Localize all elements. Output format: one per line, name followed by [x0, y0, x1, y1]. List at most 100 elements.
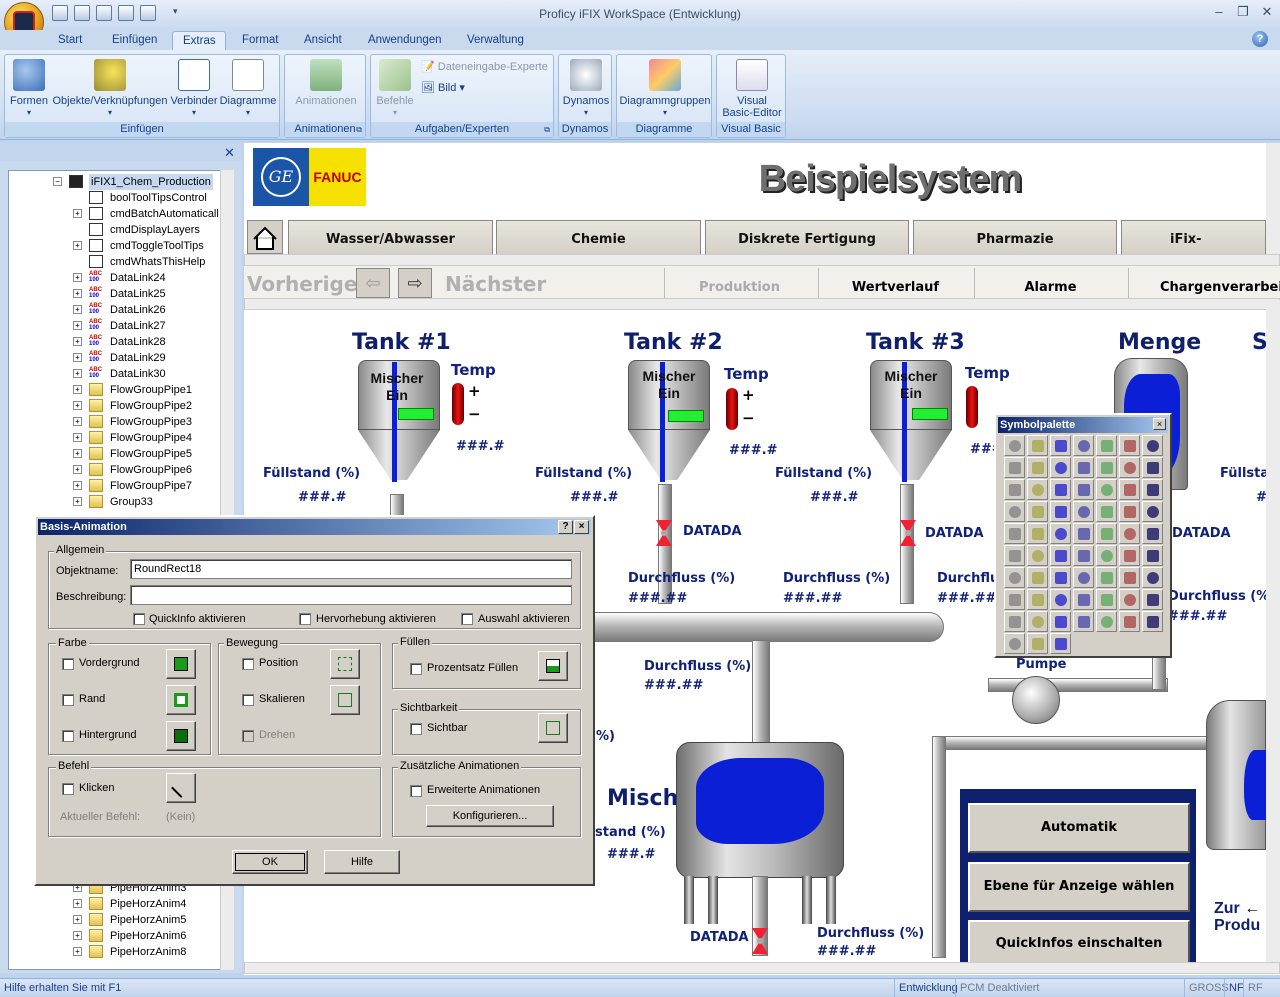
dynamos-button[interactable]: Dynamos ▾: [561, 59, 611, 119]
pipe-tool-icon[interactable]: [1004, 523, 1025, 544]
beschreibung-input[interactable]: [130, 585, 572, 605]
nav-tab-wasser[interactable]: Wasser/Abwasser: [288, 220, 493, 254]
quickinfo-checkbox[interactable]: [133, 613, 145, 625]
sub-tab-produktion[interactable]: Produktion: [664, 268, 814, 298]
camera-tool-icon[interactable]: [1096, 501, 1117, 522]
objektname-input[interactable]: RoundRect18: [130, 559, 572, 579]
skalieren-expert-button[interactable]: [330, 685, 360, 715]
tank3-valve-icon[interactable]: [898, 518, 918, 548]
mixer-valve-icon[interactable]: [750, 926, 770, 956]
horizontal-scrollbar-top[interactable]: [244, 254, 1280, 266]
hervorhebung-checkbox[interactable]: [299, 613, 311, 625]
expand-icon[interactable]: +: [73, 465, 82, 474]
vertical-scrollbar[interactable]: [1266, 143, 1280, 261]
button-tool-icon[interactable]: [1050, 479, 1071, 500]
tab-ansicht[interactable]: Ansicht: [294, 31, 352, 51]
expert-tool-icon[interactable]: [1050, 611, 1071, 632]
clock-tool-icon[interactable]: [1096, 435, 1117, 456]
rand-expert-button[interactable]: [166, 685, 196, 715]
dialog-launcher-icon[interactable]: ⧉: [356, 125, 362, 135]
gallery-tool-icon[interactable]: [1073, 567, 1094, 588]
script-tool-icon[interactable]: [1004, 611, 1025, 632]
expand-icon[interactable]: +: [73, 947, 82, 956]
expand-icon[interactable]: +: [73, 273, 82, 282]
position-expert-button[interactable]: [330, 649, 360, 679]
chord-tool-icon[interactable]: [1050, 457, 1071, 478]
tool-tool-icon[interactable]: [1027, 633, 1048, 654]
tank2-temp-minus[interactable]: −: [742, 409, 755, 427]
expand-icon[interactable]: +: [73, 481, 82, 490]
oval-tool-icon[interactable]: [1027, 457, 1048, 478]
objekte-verknuepfungen-button[interactable]: Objekte/Verknüpfungen ▾: [51, 59, 169, 119]
grid-tool-icon[interactable]: [1119, 523, 1140, 544]
pane-close-icon[interactable]: ✕: [224, 145, 235, 161]
zur-produ-link[interactable]: Zur ← Produ: [1214, 900, 1260, 934]
wizard-tool-icon[interactable]: [1119, 589, 1140, 610]
mixer-tool-icon[interactable]: [1096, 545, 1117, 566]
layers-tool-icon[interactable]: [1027, 567, 1048, 588]
hintergrund-checkbox[interactable]: [62, 730, 74, 742]
main-vertical-scrollbar[interactable]: [1266, 300, 1280, 968]
sub-tab-chargenverarbeitung[interactable]: Chargenverarbei: [1128, 268, 1280, 298]
nav-tab-chemie[interactable]: Chemie: [496, 220, 701, 254]
cut-tool-icon[interactable]: [1027, 435, 1048, 456]
nav-tab-diskrete-fertigung[interactable]: Diskrete Fertigung: [705, 220, 909, 254]
expand-icon[interactable]: +: [73, 289, 82, 298]
expand-icon[interactable]: +: [73, 241, 82, 250]
chart-tool-icon[interactable]: [1142, 479, 1163, 500]
group-tool-icon[interactable]: [1119, 567, 1140, 588]
automatik-button[interactable]: Automatik: [968, 803, 1190, 853]
sichtbar-expert-button[interactable]: [538, 713, 568, 743]
expand-icon[interactable]: +: [73, 337, 82, 346]
rand-checkbox[interactable]: [62, 694, 74, 706]
valve-tool-icon[interactable]: [1027, 545, 1048, 566]
select-tool-icon[interactable]: [1004, 435, 1025, 456]
roundrect-tool-icon[interactable]: [1004, 457, 1025, 478]
hand-tool-icon[interactable]: [1073, 501, 1094, 522]
motor-tool-icon[interactable]: [1004, 545, 1025, 566]
paste-tool-icon[interactable]: [1073, 435, 1094, 456]
auswahl-checkbox[interactable]: [461, 613, 473, 625]
report-tool-icon[interactable]: [1096, 589, 1117, 610]
animationen-button[interactable]: Animationen: [289, 59, 363, 107]
tab-start[interactable]: Start: [48, 31, 92, 51]
next-button[interactable]: Nächster: [445, 272, 546, 296]
befehle-button[interactable]: Befehle ▾: [373, 59, 417, 119]
vordergrund-expert-button[interactable]: [166, 649, 196, 679]
tab-format[interactable]: Format: [232, 31, 288, 51]
text-tool-icon[interactable]: [1096, 479, 1117, 500]
minimize-icon[interactable]: –: [1206, 4, 1232, 22]
expand-icon[interactable]: +: [73, 497, 82, 506]
level-tool-icon[interactable]: [1073, 523, 1094, 544]
arc-tool-icon[interactable]: [1142, 457, 1163, 478]
dial-tool-icon[interactable]: [1096, 523, 1117, 544]
tank1-temp-minus[interactable]: −: [468, 405, 481, 423]
expand-icon[interactable]: +: [73, 385, 82, 394]
dialog-close-button[interactable]: ×: [574, 520, 589, 534]
polyline-tool-icon[interactable]: [1027, 479, 1048, 500]
tool-tool-icon[interactable]: [1119, 611, 1140, 632]
pump-icon[interactable]: [1012, 676, 1060, 724]
line-tool-icon[interactable]: [1004, 479, 1025, 500]
fuellen-expert-button[interactable]: [538, 651, 568, 681]
zoom-tool-icon[interactable]: [1142, 589, 1163, 610]
expand-icon[interactable]: +: [73, 401, 82, 410]
expand-icon[interactable]: +: [73, 931, 82, 940]
pie-tool-icon[interactable]: [1073, 457, 1094, 478]
conveyor-tool-icon[interactable]: [1119, 545, 1140, 566]
database-tool-icon[interactable]: [1050, 589, 1071, 610]
line-arc-tool-icon[interactable]: [1119, 457, 1140, 478]
tank-tool-icon[interactable]: [1027, 523, 1048, 544]
expand-icon[interactable]: +: [73, 433, 82, 442]
restore-icon[interactable]: ❐: [1230, 4, 1256, 22]
sub-tab-wertverlauf[interactable]: Wertverlauf: [818, 268, 972, 298]
variable-tool-icon[interactable]: [1027, 611, 1048, 632]
dialog-launcher-icon[interactable]: ⧉: [544, 125, 550, 135]
dialog-help-button[interactable]: ?: [558, 520, 573, 534]
ok-button[interactable]: OK: [232, 850, 308, 874]
skalieren-checkbox[interactable]: [242, 694, 254, 706]
klicken-checkbox[interactable]: [62, 783, 74, 795]
home-button[interactable]: [247, 220, 283, 254]
tab-einfuegen[interactable]: Einfügen: [102, 31, 167, 51]
diagrammgruppen-button[interactable]: Diagrammgruppen ▾: [619, 59, 711, 119]
